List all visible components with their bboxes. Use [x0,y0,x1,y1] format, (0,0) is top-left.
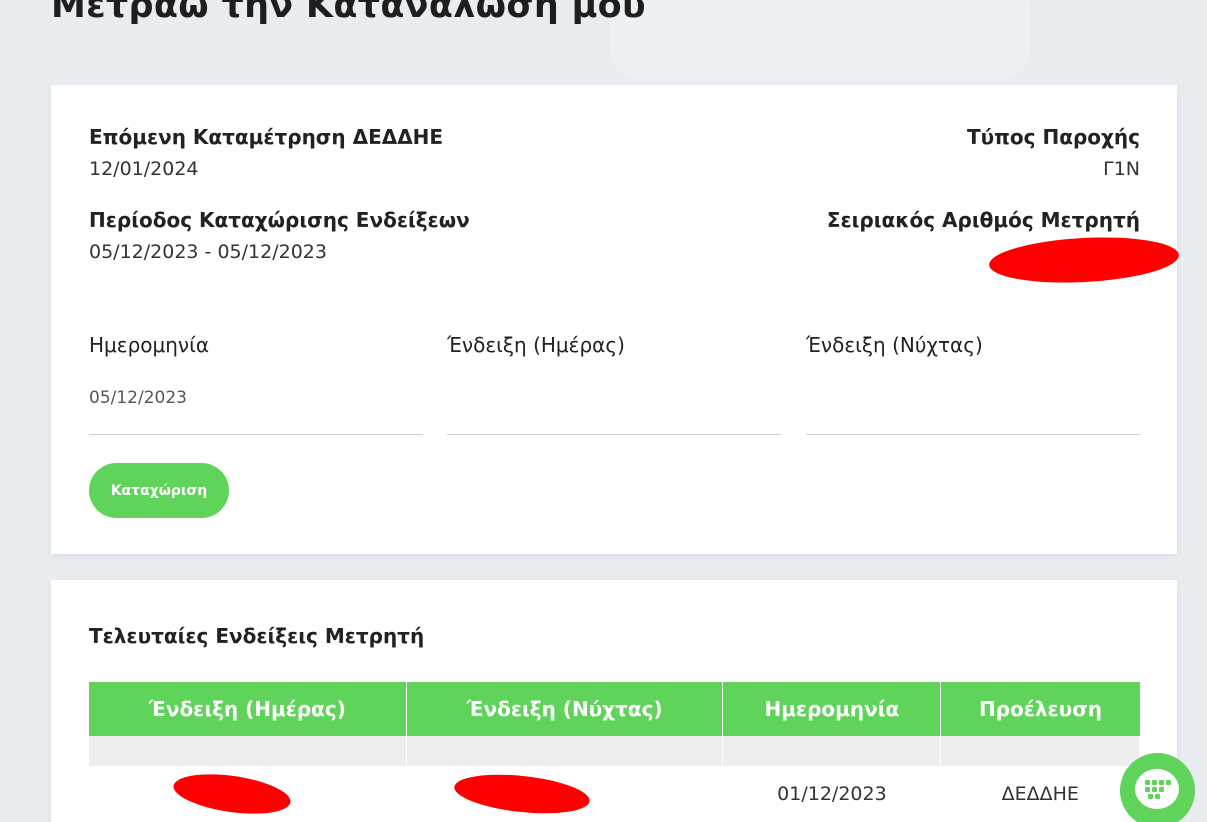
period-label: Περίοδος Καταχώρισης Ενδείξεων [89,208,470,232]
night-reading-field[interactable]: Ένδειξη (Νύχτας) [806,333,1140,435]
source-cell: ΔΕΔΔΗΕ [940,766,1140,822]
night-reading-cell [406,766,724,822]
next-reading-value: 12/01/2024 [89,158,199,180]
table-row: 01/12/2023 ΔΕΔΔΗΕ [89,766,1140,822]
spacer-cell [89,736,407,766]
next-reading-label: Επόμενη Καταμέτρηση ΔΕΔΔΗΕ [89,125,444,149]
period-value: 05/12/2023 - 05/12/2023 [89,241,327,263]
date-field[interactable]: Ημερομηνία 05/12/2023 [89,333,423,435]
supply-type-label: Τύπος Παροχής [966,125,1140,149]
day-reading-field[interactable]: Ένδειξη (Ημέρας) [447,333,781,435]
spacer-cell [406,736,724,766]
night-reading-label: Ένδειξη (Νύχτας) [806,333,983,357]
chat-button[interactable] [1120,753,1195,822]
day-reading-underline [447,434,781,435]
supply-type-value: Γ1Ν [1103,158,1140,180]
header-source: Προέλευση [940,682,1140,736]
page-title: Μετράω την Κατανάλωσή μου [51,0,646,26]
night-reading-redaction [452,768,592,820]
date-cell: 01/12/2023 [722,766,942,822]
table-header-row: Ένδειξη (Ημέρας) Ένδειξη (Νύχτας) Ημερομ… [89,682,1140,736]
consumption-entry-card: Επόμενη Καταμέτρηση ΔΕΔΔΗΕ 12/01/2024 Τύ… [51,85,1181,554]
spacer-cell [722,736,942,766]
latest-readings-title: Τελευταίες Ενδείξεις Μετρητή [89,624,425,648]
serial-number-redaction [987,233,1181,287]
night-reading-underline [806,434,1140,435]
day-reading-label: Ένδειξη (Ημέρας) [447,333,625,357]
readings-table: Ένδειξη (Ημέρας) Ένδειξη (Νύχτας) Ημερομ… [89,682,1140,822]
date-field-value[interactable]: 05/12/2023 [89,388,423,410]
date-field-underline [89,434,423,435]
header-night-reading: Ένδειξη (Νύχτας) [406,682,724,736]
submit-button[interactable]: Καταχώριση [89,463,229,518]
header-day-reading: Ένδειξη (Ημέρας) [89,682,407,736]
day-reading-input[interactable] [447,388,781,410]
day-reading-cell [89,766,407,822]
header-date: Ημερομηνία [722,682,942,736]
serial-number-label: Σειριακός Αριθμός Μετρητή [826,208,1140,232]
background-shape [610,0,1030,80]
latest-readings-card: Τελευταίες Ενδείξεις Μετρητή Ένδειξη (Ημ… [51,580,1177,822]
night-reading-input[interactable] [806,388,1140,410]
chat-bubble-icon [1135,769,1179,809]
table-spacer-row [89,736,1140,766]
date-field-label: Ημερομηνία [89,333,210,357]
day-reading-redaction [171,767,293,821]
spacer-cell [940,736,1140,766]
